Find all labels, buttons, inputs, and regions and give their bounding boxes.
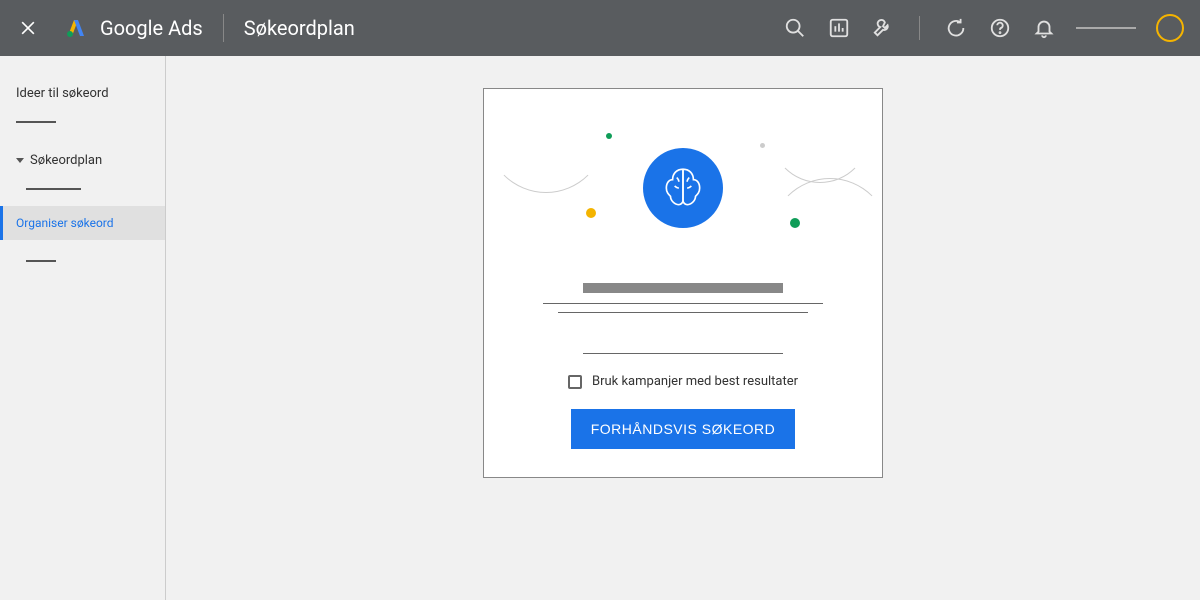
reports-icon[interactable]	[819, 8, 859, 48]
main-card: Bruk kampanjer med best resultater FORHÅ…	[483, 88, 883, 478]
input-underline[interactable]	[583, 353, 783, 354]
notifications-icon[interactable]	[1024, 8, 1064, 48]
refresh-icon[interactable]	[936, 8, 976, 48]
page-title: Søkeordplan	[244, 16, 355, 40]
sidebar: Ideer til søkeord Søkeordplan Organiser …	[0, 56, 166, 600]
sidebar-item-ideas[interactable]: Ideer til søkeord	[0, 76, 165, 111]
text-placeholder	[558, 312, 808, 313]
close-button[interactable]	[16, 16, 40, 40]
checkbox-row[interactable]: Bruk kampanjer med best resultater	[516, 374, 850, 389]
divider	[919, 16, 920, 40]
tools-icon[interactable]	[863, 8, 903, 48]
sidebar-item-plan[interactable]: Søkeordplan	[0, 143, 165, 178]
logo-area: Google Ads	[64, 16, 203, 40]
preview-keywords-button[interactable]: FORHÅNDSVIS SØKEORD	[571, 409, 796, 449]
title-placeholder	[583, 283, 783, 293]
sidebar-item-label: Ideer til søkeord	[16, 86, 109, 101]
sidebar-placeholder	[26, 260, 56, 262]
chevron-down-icon	[16, 158, 24, 163]
sidebar-placeholder	[16, 121, 56, 123]
sidebar-item-label: Søkeordplan	[30, 153, 102, 168]
text-placeholder	[543, 303, 823, 304]
header-actions	[775, 8, 1184, 48]
sidebar-item-organize[interactable]: Organiser søkeord	[0, 206, 165, 240]
main-area: Ideer til søkeord Søkeordplan Organiser …	[0, 56, 1200, 600]
sidebar-placeholder	[26, 188, 81, 190]
brain-icon	[643, 148, 723, 228]
illustration	[516, 113, 850, 263]
help-icon[interactable]	[980, 8, 1020, 48]
app-header: Google Ads Søkeordplan	[0, 0, 1200, 56]
account-placeholder	[1076, 27, 1136, 29]
checkbox[interactable]	[568, 375, 582, 389]
sidebar-item-label: Organiser søkeord	[16, 216, 114, 230]
search-icon[interactable]	[775, 8, 815, 48]
content-area: Bruk kampanjer med best resultater FORHÅ…	[166, 56, 1200, 600]
checkbox-label: Bruk kampanjer med best resultater	[592, 374, 798, 389]
google-ads-logo-icon	[64, 16, 88, 40]
avatar[interactable]	[1156, 14, 1184, 42]
header-divider	[223, 14, 224, 42]
product-name: Google Ads	[100, 16, 203, 40]
